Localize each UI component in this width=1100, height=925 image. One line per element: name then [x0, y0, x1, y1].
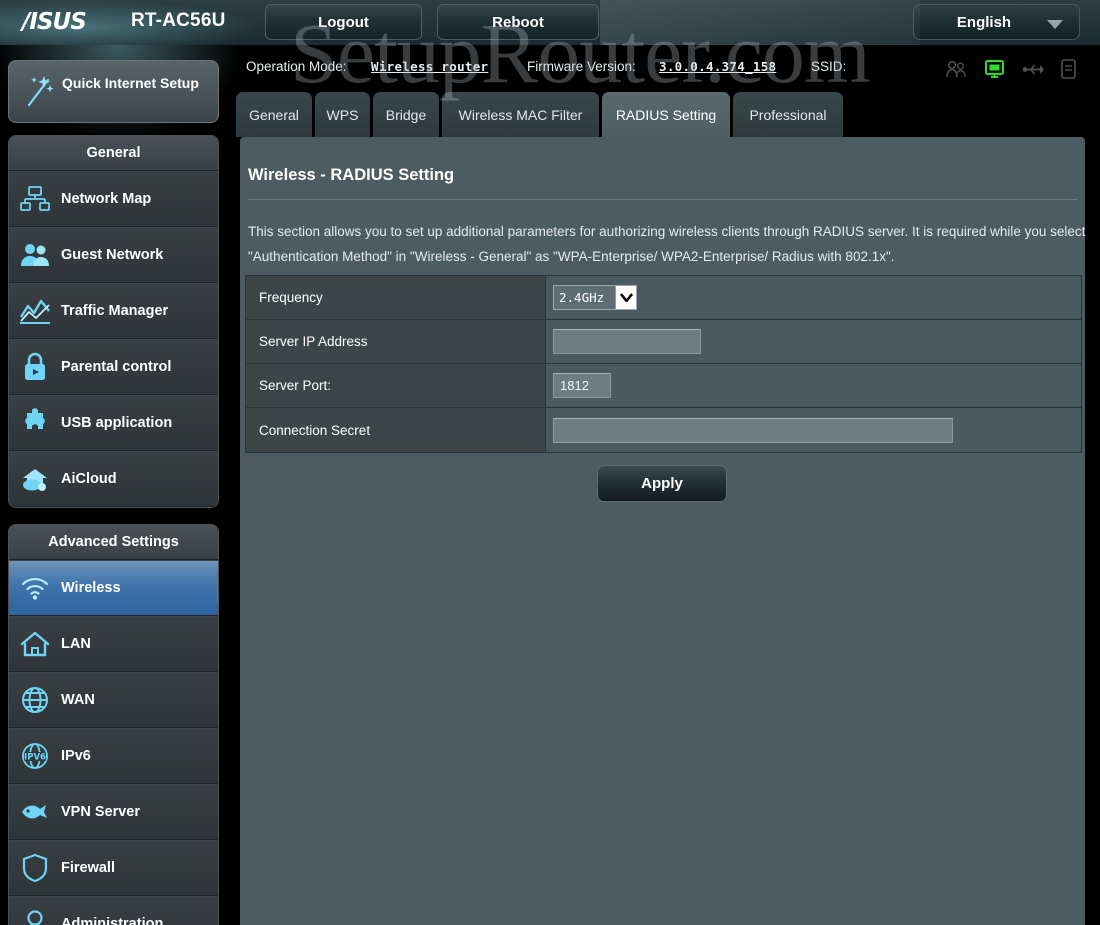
tab-bridge[interactable]: Bridge [373, 92, 439, 137]
sidebar-item-firewall[interactable]: Firewall [9, 840, 218, 896]
form-row-connection-secret: Connection Secret [246, 408, 1081, 452]
language-selected-value: English [956, 14, 1012, 31]
sidebar-item-guest-network[interactable]: Guest Network [9, 227, 218, 283]
monitor-icon[interactable] [984, 59, 1005, 80]
sidebar-item-label: Traffic Manager [61, 303, 169, 319]
connection-secret-label: Connection Secret [246, 408, 546, 452]
firewall-icon [9, 853, 61, 883]
connection-secret-value-cell [546, 408, 1081, 452]
chevron-down-icon [1047, 20, 1063, 29]
administration-icon [9, 909, 61, 925]
sidebar-item-label: IPv6 [61, 748, 91, 764]
sidebar-group-general-title: General [9, 136, 218, 171]
frequency-value-cell: 2.4GHz [546, 276, 1081, 319]
parental-control-icon [9, 352, 61, 382]
sidebar-item-label: Network Map [61, 191, 152, 207]
magic-wand-icon [22, 74, 56, 115]
sidebar-item-usb-application[interactable]: USB application [9, 395, 218, 451]
ssid-label: SSID: [811, 59, 847, 74]
sidebar-item-label: Firewall [61, 860, 115, 876]
wan-icon [9, 685, 61, 715]
vpn-server-icon [9, 799, 61, 825]
sidebar-item-label: Guest Network [61, 247, 164, 263]
sidebar-item-administration[interactable]: Administration [9, 896, 218, 925]
apply-button[interactable]: Apply [597, 465, 727, 502]
server-ip-input[interactable] [553, 329, 701, 354]
chevron-down-icon [615, 286, 636, 309]
server-port-label: Server Port: [246, 364, 546, 407]
language-selector[interactable]: English [913, 4, 1080, 40]
server-ip-label: Server IP Address [246, 320, 546, 363]
sidebar-group-advanced: Advanced Settings Wireless LAN WAN IPV6 … [8, 524, 219, 925]
page-description: This section allows you to set up additi… [248, 224, 1086, 264]
guest-network-icon [9, 241, 61, 269]
tab-general[interactable]: General [236, 92, 312, 137]
usb-icon[interactable] [1022, 61, 1044, 78]
sidebar-item-vpn-server[interactable]: VPN Server [9, 784, 218, 840]
active-item-arrow [217, 575, 218, 603]
status-icon-group [946, 53, 1096, 85]
firmware-version-label: Firmware Version: [527, 59, 636, 74]
top-header-bar: /ISUS RT-AC56U Logout Reboot English [0, 0, 1100, 45]
sidebar-item-lan[interactable]: LAN [9, 616, 218, 672]
traffic-manager-icon [9, 297, 61, 325]
sidebar-item-label: AiCloud [61, 471, 117, 487]
tab-wps[interactable]: WPS [315, 92, 370, 137]
form-row-frequency: Frequency 2.4GHz [246, 276, 1081, 320]
quick-internet-setup-button[interactable]: Quick Internet Setup [8, 60, 219, 123]
router-model-name: RT-AC56U [131, 10, 226, 31]
ipv6-icon: IPV6 [9, 741, 61, 771]
frequency-label: Frequency [246, 276, 546, 319]
sidebar-item-parental-control[interactable]: Parental control [9, 339, 218, 395]
sidebar-group-general: General Network Map Guest Network Traffi… [8, 135, 219, 508]
sidebar-item-label: VPN Server [61, 804, 140, 820]
tab-wireless-mac-filter[interactable]: Wireless MAC Filter [442, 92, 599, 137]
server-ip-value-cell [546, 320, 1081, 363]
server-port-value-cell [546, 364, 1081, 407]
connection-secret-input[interactable] [553, 417, 953, 443]
sidebar-item-label: Wireless [61, 580, 121, 596]
title-divider [248, 199, 1078, 200]
network-map-icon [9, 185, 61, 213]
quick-internet-setup-label: Quick Internet Setup [62, 75, 199, 91]
info-bar: Operation Mode: Wireless router Firmware… [236, 45, 1100, 92]
logout-button[interactable]: Logout [265, 4, 422, 40]
clients-icon[interactable] [946, 60, 967, 79]
tab-radius-setting[interactable]: RADIUS Setting [602, 92, 730, 137]
sidebar-item-label: LAN [61, 636, 91, 652]
sidebar-item-wan[interactable]: WAN [9, 672, 218, 728]
sidebar-item-ipv6[interactable]: IPV6 IPv6 [9, 728, 218, 784]
page-title: Wireless - RADIUS Setting [248, 166, 455, 184]
sidebar-item-label: Administration [61, 916, 164, 925]
frequency-select[interactable]: 2.4GHz [553, 285, 637, 310]
sidebar-item-label: USB application [61, 415, 173, 431]
sidebar-item-label: Parental control [61, 359, 172, 375]
tab-professional[interactable]: Professional [733, 92, 843, 137]
sidebar-item-traffic-manager[interactable]: Traffic Manager [9, 283, 218, 339]
operation-mode-label: Operation Mode: [246, 59, 347, 74]
svg-text:IPV6: IPV6 [24, 752, 46, 762]
content-panel: Wireless - RADIUS Setting This section a… [240, 137, 1085, 925]
sidebar-item-wireless[interactable]: Wireless [9, 560, 218, 616]
usb-application-icon [9, 408, 61, 438]
sidebar-item-network-map[interactable]: Network Map [9, 171, 218, 227]
sidebar-item-aicloud[interactable]: AiCloud [9, 451, 218, 507]
server-port-input[interactable] [553, 373, 611, 398]
frequency-selected-value: 2.4GHz [559, 290, 605, 305]
tab-bar: General WPS Bridge Wireless MAC Filter R… [236, 92, 1100, 137]
operation-mode-value[interactable]: Wireless router [371, 59, 488, 74]
wireless-icon [9, 575, 61, 601]
lan-icon [9, 630, 61, 658]
printer-icon[interactable] [1061, 59, 1076, 79]
sidebar-item-label: WAN [61, 692, 95, 708]
sidebar: Quick Internet Setup General Network Map… [0, 45, 236, 925]
asus-logo: /ISUS [22, 9, 87, 35]
firmware-version-value[interactable]: 3.0.0.4.374_158 [659, 59, 776, 74]
aicloud-icon [9, 465, 61, 493]
sidebar-group-advanced-title: Advanced Settings [9, 525, 218, 560]
form-row-server-port: Server Port: [246, 364, 1081, 408]
reboot-button[interactable]: Reboot [437, 4, 599, 40]
radius-settings-form: Frequency 2.4GHz Server IP Address Serve… [245, 275, 1082, 453]
form-row-server-ip: Server IP Address [246, 320, 1081, 364]
